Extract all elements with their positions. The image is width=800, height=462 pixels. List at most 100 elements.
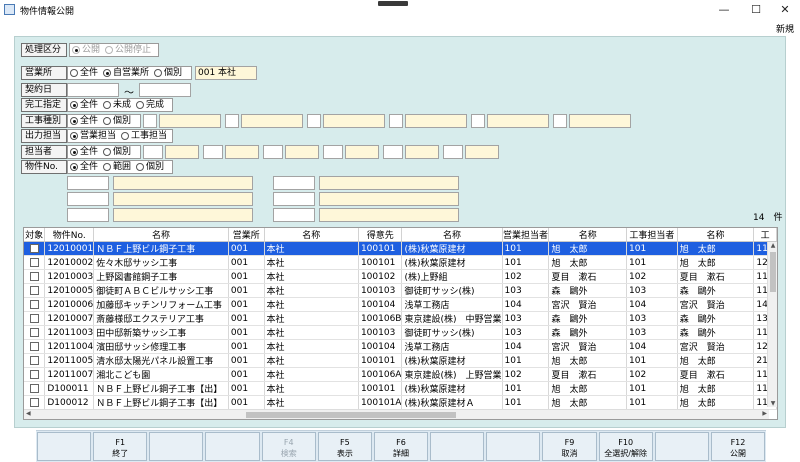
grid-header-col-8[interactable]: 名称 <box>548 228 627 242</box>
tantosha-option-individual[interactable]: 個別 <box>103 146 131 158</box>
grid-header-col-11[interactable]: 工 <box>753 228 777 242</box>
fkey-button-9[interactable]: F9 取消 <box>542 432 597 461</box>
tantosha-code-5[interactable] <box>383 145 403 159</box>
grid-header-col-6[interactable]: 名称 <box>401 228 503 242</box>
grid-header-col-5[interactable]: 得意先 <box>358 228 403 242</box>
menu-new[interactable]: 新規 <box>776 22 794 35</box>
row-checkbox[interactable] <box>29 257 39 267</box>
fkey-button-6[interactable]: F6 詳細 <box>373 432 429 461</box>
row-checkbox[interactable] <box>29 243 39 253</box>
bukken-no-name-2[interactable] <box>113 192 253 206</box>
row-checkbox[interactable] <box>29 355 39 365</box>
koji-shubetsu-code-2[interactable] <box>225 114 239 128</box>
koji-shubetsu-code-3[interactable] <box>307 114 321 128</box>
eigyosho-input[interactable]: 001 本社 <box>195 66 257 80</box>
grid-header-col-9[interactable]: 工事担当者 <box>626 228 678 242</box>
tantosha-name-5[interactable] <box>405 145 439 159</box>
table-row[interactable]: 12011004 濱田邸サッシ修理工事 001 本社 100104 浅草工務店 104 宮沢 … <box>24 339 777 354</box>
tantosha-name-4[interactable] <box>345 145 379 159</box>
koji-shubetsu-name-6[interactable] <box>569 114 631 128</box>
bukken-no-name-5[interactable] <box>319 192 459 206</box>
fkey-button-4[interactable]: F4 検索 <box>261 432 316 461</box>
eigyosho-option-individual[interactable]: 個別 <box>154 67 182 79</box>
grid-header-col-1[interactable]: 物件No. <box>44 228 95 242</box>
row-checkbox[interactable] <box>29 383 39 393</box>
grid-header-col-3[interactable]: 営業所 <box>228 228 265 242</box>
bukken-no-option-range[interactable]: 範囲 <box>103 161 131 173</box>
scroll-down-icon[interactable]: ▼ <box>769 400 777 407</box>
kanryo-option-complete[interactable]: 完成 <box>136 99 164 111</box>
horizontal-scrollbar[interactable]: ◀ ▶ <box>24 409 769 419</box>
fkey-button-1[interactable]: F1 終了 <box>93 432 148 461</box>
bukken-no-code-1[interactable] <box>67 176 109 190</box>
shori-kubun-option-public[interactable]: 公開 <box>72 44 100 56</box>
tantosha-option-all[interactable]: 全件 <box>70 146 98 158</box>
bukken-no-name-4[interactable] <box>319 176 459 190</box>
fkey-button-2[interactable] <box>149 432 204 461</box>
fkey-button-12[interactable]: F12 公開 <box>710 432 766 461</box>
table-row[interactable]: 12011005 清水邸太陽光パネル設置工事 001 本社 100101 (株)秋葉原建材… <box>24 353 777 368</box>
row-checkbox[interactable] <box>29 369 39 379</box>
row-checkbox[interactable] <box>29 313 39 323</box>
table-row[interactable]: 12010002 佐々木邸サッシ工事 001 本社 100101 (株)秋葉原建材 101 旭… <box>24 255 777 270</box>
row-checkbox[interactable] <box>29 341 39 351</box>
shutsuryoku-tanto-option-sales[interactable]: 営業担当 <box>70 130 116 142</box>
tantosha-name-6[interactable] <box>465 145 499 159</box>
kanryo-option-incomplete[interactable]: 未成 <box>103 99 131 111</box>
vertical-scroll-thumb[interactable] <box>770 252 776 292</box>
koji-shubetsu-name-5[interactable] <box>487 114 549 128</box>
bukken-no-option-all[interactable]: 全件 <box>70 161 98 173</box>
koji-shubetsu-name-1[interactable] <box>159 114 221 128</box>
fkey-button-10[interactable]: F10 全選択/解除 <box>598 432 653 461</box>
koji-shubetsu-name-2[interactable] <box>241 114 303 128</box>
bukken-no-code-4[interactable] <box>273 176 315 190</box>
fkey-button-3[interactable] <box>205 432 260 461</box>
bukken-no-code-5[interactable] <box>273 192 315 206</box>
koji-shubetsu-code-6[interactable] <box>553 114 567 128</box>
koji-shubetsu-code-5[interactable] <box>471 114 485 128</box>
scroll-right-icon[interactable]: ▶ <box>762 410 767 417</box>
table-row[interactable]: 12010005 御徒町ＡＢＣビルサッシ工事 001 本社 100103 御徒町サッシ(株… <box>24 283 777 298</box>
fkey-button-11[interactable] <box>654 432 709 461</box>
koji-shubetsu-name-3[interactable] <box>323 114 385 128</box>
koji-shubetsu-option-individual[interactable]: 個別 <box>103 115 131 127</box>
grid-header-col-7[interactable]: 営業担当者 <box>502 228 550 242</box>
table-row[interactable]: 12010006 加藤邸キッチンリフォーム工事 001 本社 100104 浅草工務店 10… <box>24 297 777 312</box>
tantosha-code-6[interactable] <box>443 145 463 159</box>
bukken-no-code-3[interactable] <box>67 208 109 222</box>
grid-header-col-0[interactable]: 対象 <box>24 228 46 242</box>
tantosha-name-3[interactable] <box>285 145 319 159</box>
bukken-no-option-individual[interactable]: 個別 <box>136 161 164 173</box>
keiyakubi-to-input[interactable] <box>139 83 191 97</box>
bukken-no-code-2[interactable] <box>67 192 109 206</box>
tantosha-name-1[interactable] <box>165 145 199 159</box>
kanryo-option-all[interactable]: 全件 <box>70 99 98 111</box>
row-checkbox[interactable] <box>29 271 39 281</box>
table-row[interactable]: D100012 ＮＢＦ上野ビル鋼子工事【出】 001 本社 100101A (株)秋葉原建… <box>24 395 777 410</box>
fkey-button-8[interactable] <box>486 432 541 461</box>
row-checkbox[interactable] <box>29 327 39 337</box>
grid-header-col-4[interactable]: 名称 <box>264 228 359 242</box>
shutsuryoku-tanto-option-construction[interactable]: 工事担当 <box>121 130 167 142</box>
table-row[interactable]: 12010003 上野図書館鋼子工事 001 本社 100102 (株)上野組 102 夏目 … <box>24 269 777 284</box>
grid-header-col-2[interactable]: 名称 <box>93 228 229 242</box>
window-grip[interactable] <box>378 1 408 6</box>
row-checkbox[interactable] <box>29 299 39 309</box>
koji-shubetsu-option-all[interactable]: 全件 <box>70 115 98 127</box>
tantosha-name-2[interactable] <box>225 145 259 159</box>
row-checkbox[interactable] <box>29 397 39 407</box>
eigyosho-option-own[interactable]: 自営業所 <box>103 67 149 79</box>
grid-header-col-10[interactable]: 名称 <box>677 228 755 242</box>
fkey-button-7[interactable] <box>430 432 485 461</box>
koji-shubetsu-code-1[interactable] <box>143 114 157 128</box>
close-button[interactable]: ✕ <box>770 2 800 18</box>
tantosha-code-4[interactable] <box>323 145 343 159</box>
vertical-scrollbar[interactable]: ▲ ▼ <box>767 242 777 407</box>
fkey-button-5[interactable]: F5 表示 <box>317 432 372 461</box>
horizontal-scroll-thumb[interactable] <box>246 412 456 418</box>
koji-shubetsu-name-4[interactable] <box>405 114 467 128</box>
bukken-no-name-1[interactable] <box>113 176 253 190</box>
tantosha-code-2[interactable] <box>203 145 223 159</box>
row-checkbox[interactable] <box>29 285 39 295</box>
table-row[interactable]: 12010001 ＮＢＦ上野ビル鋼子工事 001 本社 100101 (株)秋葉原建材 10… <box>24 241 777 256</box>
